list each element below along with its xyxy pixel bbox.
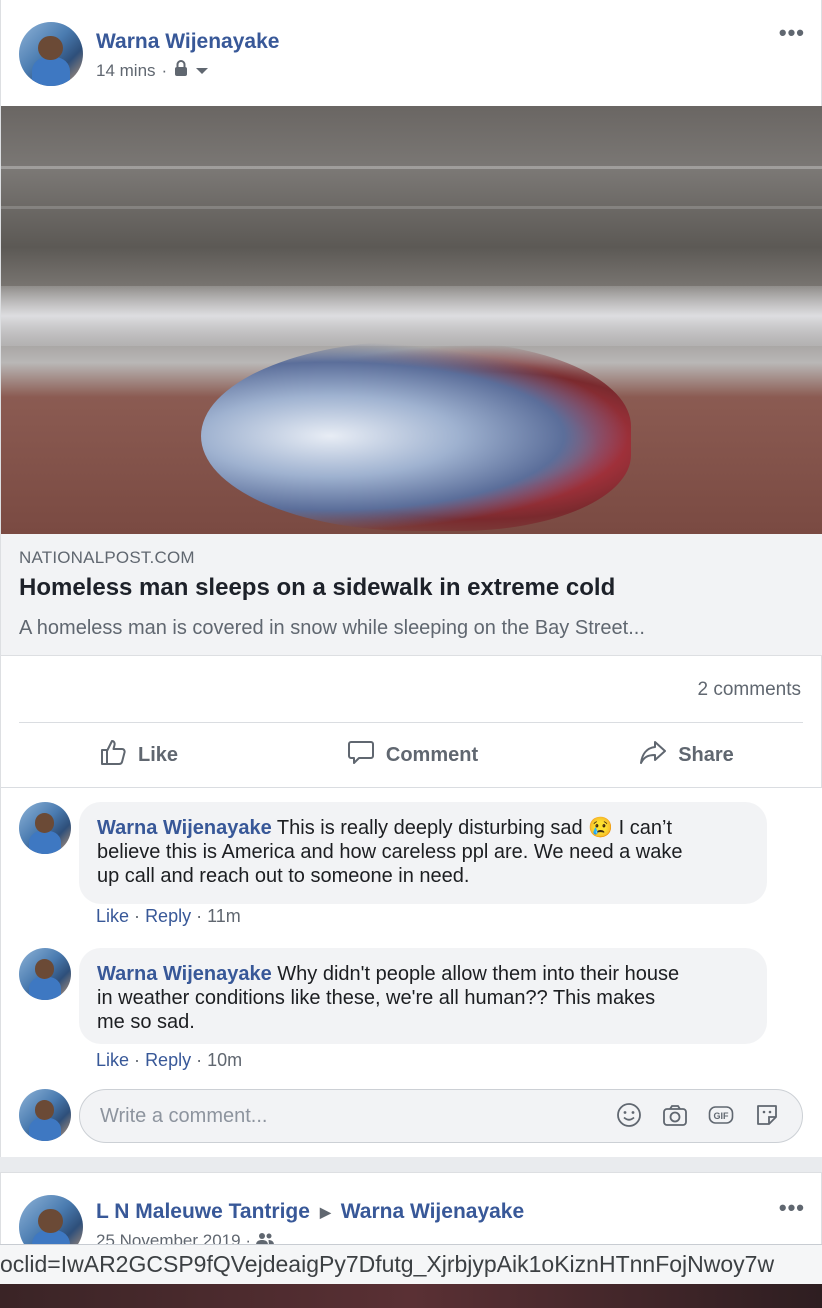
author-avatar[interactable]	[19, 22, 83, 86]
divider	[19, 722, 803, 723]
post-target-name[interactable]: Warna Wijenayake	[341, 1200, 524, 1224]
post-actions: Like Comment Share	[1, 724, 822, 786]
post-time[interactable]: 14 mins	[96, 61, 156, 81]
comment-time[interactable]: 11m	[207, 906, 241, 926]
post-author-name[interactable]: L N Maleuwe Tantrige	[96, 1200, 310, 1224]
gif-icon[interactable]: GIF	[708, 1102, 734, 1128]
sticker-icon[interactable]	[754, 1102, 780, 1128]
comment-bubble: Warna Wijenayake This is really deeply d…	[79, 802, 767, 904]
separator: ·	[134, 1050, 141, 1070]
comment-icon	[346, 737, 376, 773]
road-marking	[1, 166, 822, 169]
camera-icon[interactable]	[662, 1102, 688, 1128]
comment-button[interactable]: Comment	[275, 724, 549, 786]
post-author-name[interactable]: Warna Wijenayake	[96, 30, 279, 54]
feed-post: Warna Wijenayake 14 mins · ••• NATIONALP…	[0, 0, 822, 1157]
link-preview[interactable]: NATIONALPOST.COM Homeless man sleeps on …	[1, 534, 822, 656]
crying-emoji-icon: 😢	[588, 817, 614, 839]
sleeping-figure	[201, 341, 631, 531]
status-url: oclid=IwAR2GCSP9fQVejdeaigPy7Dfutg_Xjrbj…	[0, 1251, 775, 1277]
comment-text-3: me so sad.	[97, 1011, 195, 1033]
comments-section: Warna Wijenayake This is really deeply d…	[1, 787, 822, 1157]
comment-text-1: Why didn't people allow them into their …	[277, 963, 680, 985]
comment-reply-link[interactable]: Reply	[145, 906, 191, 926]
bottom-strip	[0, 1284, 822, 1308]
separator: ·	[196, 906, 203, 926]
like-icon	[98, 737, 128, 773]
share-label: Share	[678, 743, 734, 766]
comment-like-link[interactable]: Like	[96, 906, 129, 926]
link-preview-image[interactable]	[1, 106, 822, 534]
emoji-icon[interactable]	[616, 1102, 642, 1128]
post-header: L N Maleuwe Tantrige ▶ Warna Wijenayake	[96, 1200, 524, 1224]
more-icon[interactable]: •••	[779, 1195, 805, 1221]
commenter-avatar[interactable]	[19, 948, 71, 1000]
link-title[interactable]: Homeless man sleeps on a sidewalk in ext…	[19, 574, 615, 602]
comment-text-1-end: I can’t	[618, 817, 673, 839]
comment-actions: Like · Reply · 10m	[96, 1050, 242, 1071]
more-icon[interactable]: •••	[779, 20, 805, 46]
like-label: Like	[137, 743, 179, 766]
comment-count[interactable]: 2 comments	[698, 679, 801, 701]
comment-label: Comment	[385, 743, 479, 766]
composer-tools: GIF	[616, 1102, 780, 1128]
post-meta: 14 mins ·	[96, 59, 209, 82]
separator: ·	[134, 906, 141, 926]
lock-icon	[173, 59, 189, 82]
comment-author[interactable]: Warna Wijenayake	[97, 963, 272, 985]
url-status-bar: oclid=IwAR2GCSP9fQVejdeaigPy7Dfutg_Xjrbj…	[0, 1244, 822, 1284]
link-description: A homeless man is covered in snow while …	[19, 617, 645, 639]
comment-text-1: This is really deeply disturbing sad	[276, 817, 583, 839]
share-icon	[638, 737, 668, 773]
next-feed-post: L N Maleuwe Tantrige ▶ Warna Wijenayake …	[0, 1172, 822, 1252]
svg-text:GIF: GIF	[714, 1111, 730, 1121]
snow-band	[1, 286, 822, 346]
separator: ·	[196, 1050, 203, 1070]
comment-bubble: Warna Wijenayake Why didn't people allow…	[79, 948, 767, 1044]
triangle-right-icon: ▶	[319, 1203, 331, 1220]
comment-reply-link[interactable]: Reply	[145, 1050, 191, 1070]
comment-input[interactable]	[100, 1090, 600, 1142]
comment-text-3: up call and reach out to someone in need…	[97, 865, 470, 887]
audience-dropdown-icon[interactable]	[195, 61, 209, 81]
like-button[interactable]: Like	[1, 724, 275, 786]
comment-text-2: believe this is America and how careless…	[97, 841, 683, 863]
comment-actions: Like · Reply · 11m	[96, 906, 241, 927]
commenter-avatar[interactable]	[19, 802, 71, 854]
comment-text-2: in weather conditions like these, we're …	[97, 987, 656, 1009]
comment-author[interactable]: Warna Wijenayake	[97, 817, 272, 839]
link-domain: NATIONALPOST.COM	[19, 548, 195, 567]
composer-avatar	[19, 1089, 71, 1141]
comment-like-link[interactable]: Like	[96, 1050, 129, 1070]
road-marking	[1, 206, 822, 209]
meta-separator: ·	[161, 60, 168, 80]
comment-composer[interactable]: GIF	[79, 1089, 803, 1143]
share-button[interactable]: Share	[549, 724, 822, 786]
comment-time[interactable]: 10m	[207, 1050, 242, 1070]
